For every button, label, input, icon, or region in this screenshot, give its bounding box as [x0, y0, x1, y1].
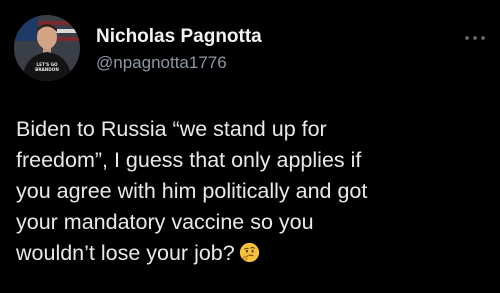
- avatar-photo: LET'S GO BRANDON: [14, 15, 80, 81]
- tweet-text-line-last: wouldn’t lose your job?: [16, 238, 492, 269]
- author-handle[interactable]: @npagnotta1776: [96, 53, 227, 73]
- more-horizontal-icon[interactable]: [464, 34, 486, 42]
- tweet-text-line: you agree with him politically and got: [16, 179, 368, 203]
- tweet-card: LET'S GO BRANDON Nicholas Pagnotta @npag…: [0, 0, 500, 293]
- tweet-text-line: wouldn’t lose your job?: [16, 241, 235, 265]
- tweet-text-line: your mandatory vaccine so you: [16, 210, 314, 234]
- tweet-text-line: freedom”, I guess that only applies if: [16, 148, 362, 172]
- tweet-text-line: Biden to Russia “we stand up for: [16, 117, 327, 141]
- avatar-shirt-text-2: BRANDON: [35, 67, 59, 72]
- author-display-name[interactable]: Nicholas Pagnotta: [96, 26, 262, 48]
- tweet-text: Biden to Russia “we stand up for freedom…: [16, 114, 492, 269]
- avatar[interactable]: LET'S GO BRANDON: [14, 15, 80, 81]
- thinking-face-icon: [239, 242, 259, 263]
